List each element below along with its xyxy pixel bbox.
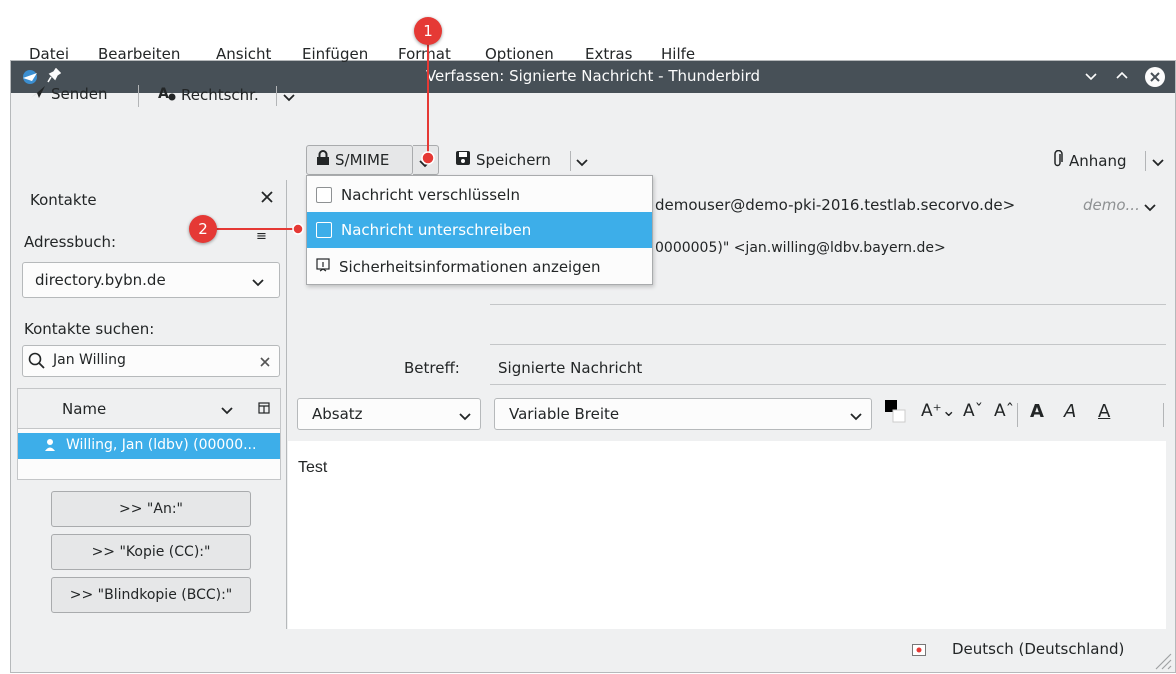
callout-lines [216,44,435,235]
callout-2: 2 [189,215,217,243]
callout-1: 1 [414,17,442,45]
